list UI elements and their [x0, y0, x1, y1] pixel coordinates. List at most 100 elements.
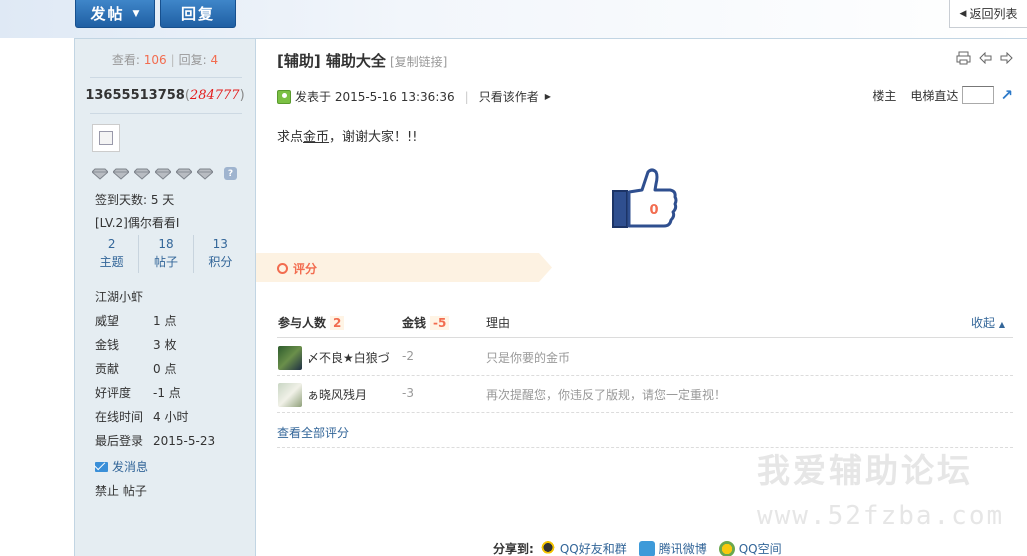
rater-reason: 再次提醒您，你违反了版规，请您一定重视！ [486, 388, 727, 402]
prop-key: 在线时间 [95, 410, 144, 424]
rater-money: -2 [402, 349, 414, 363]
rater-avatar[interactable] [278, 346, 302, 370]
arrow-left-icon[interactable] [979, 51, 992, 68]
prop-value: 2015-5-23 [153, 434, 216, 448]
diamond-icon [134, 168, 150, 180]
share-item-label: QQ好友和群 [559, 542, 627, 556]
paren-close: ) [239, 88, 245, 103]
author-username[interactable]: 13655513758 [85, 88, 185, 103]
author-name[interactable]: 13655513758(284777) [75, 88, 255, 103]
post-content: 求点金币，谢谢大家！!! [277, 126, 417, 145]
participants-count: 2 [330, 316, 345, 330]
prop-row: 金钱 3 枚 [95, 336, 176, 353]
prop-row: 最后登录 2015-5-23 [95, 432, 215, 449]
money-label: 金钱 [402, 316, 427, 330]
reply-button[interactable]: 回复 [160, 0, 236, 28]
count-score[interactable]: 13 积分 [194, 235, 247, 273]
chevron-down-icon: ▼ [132, 8, 140, 19]
prop-value: 1 点 [153, 314, 177, 328]
rating-ring-icon [277, 263, 288, 274]
prop-row: 威望 1 点 [95, 312, 176, 329]
diamond-icon [113, 168, 129, 180]
replies-label: 回复: [178, 53, 207, 67]
count-value: 2 [107, 237, 116, 251]
avatar[interactable] [92, 124, 120, 152]
prop-row: 在线时间 4 小时 [95, 408, 188, 425]
money-total: -5 [430, 316, 450, 330]
post-time: 发表于 2015-5-16 13:36:36 [295, 90, 455, 104]
diamond-icon [197, 168, 213, 180]
prop-key: 金钱 [95, 338, 120, 352]
help-icon[interactable]: ? [224, 167, 237, 180]
copy-link[interactable]: [复制链接] [390, 55, 447, 69]
floor-jump-input[interactable] [962, 86, 995, 104]
checkin-days: 签到天数: 5 天 [95, 193, 175, 207]
count-label: 积分 [208, 255, 233, 269]
post-tools [956, 51, 1013, 69]
count-value: 13 [212, 237, 228, 251]
share-bar: 分享到: QQ好友和群 腾讯微博 QQ空间 [493, 540, 794, 556]
envelope-icon [95, 461, 108, 472]
prop-value: 3 枚 [153, 338, 177, 352]
level-gems: ? [92, 167, 237, 180]
floor-nav: 楼主 电梯直达 ↗ [872, 86, 1013, 104]
rating-label: 评分 [293, 262, 318, 276]
share-label: 分享到: [493, 542, 534, 556]
rater-avatar[interactable] [278, 383, 302, 407]
rating-row: 〆不良★白狼づ -2 只是你要的金币 [277, 339, 1013, 376]
user-level[interactable]: [LV.2]偶尔看看I [95, 214, 179, 231]
only-author-link[interactable]: 只看该作者 [479, 88, 539, 105]
views-count: 106 [143, 53, 167, 67]
collapse-link[interactable]: 收起 ▲ [971, 314, 1005, 331]
watermark-title: 我爱辅助论坛 [757, 451, 973, 490]
rater-name[interactable]: ぁ晓风残月 [307, 386, 367, 403]
user-rank: 江湖小虾 [95, 290, 144, 304]
post-title: [辅助] 辅助大全 [复制链接] [277, 50, 447, 71]
share-tencent-weibo[interactable]: 腾讯微博 [638, 540, 707, 556]
back-to-list-button[interactable]: ◀ 返回列表 [949, 0, 1027, 28]
count-topics[interactable]: 2 主题 [85, 235, 140, 273]
new-post-button[interactable]: 发帖 ▼ [75, 0, 155, 28]
participants-header: 参与人数 2 [278, 314, 345, 331]
share-qq-friends[interactable]: QQ好友和群 [539, 540, 627, 556]
views-label: 查看: [111, 53, 140, 67]
divider [90, 77, 242, 78]
content-text: ，谢谢大家！!! [329, 130, 418, 145]
rater-money: -3 [402, 386, 414, 400]
count-posts[interactable]: 18 帖子 [139, 235, 194, 273]
weibo-icon [638, 540, 655, 556]
prop-key: 威望 [95, 314, 120, 328]
divider [256, 38, 1027, 39]
count-value: 18 [158, 237, 174, 251]
new-post-label: 发帖 [90, 5, 125, 23]
diamond-icon [176, 168, 192, 180]
prop-key: 最后登录 [95, 434, 144, 448]
floor-label: 楼主 [872, 88, 897, 103]
print-icon[interactable] [956, 51, 971, 69]
author-sidebar: 查看: 106 | 回复: 4 13655513758(284777) ? 签到天数… [74, 38, 256, 556]
content-link[interactable]: 金币 [303, 130, 329, 145]
rater-name[interactable]: 〆不良★白狼づ [307, 349, 390, 366]
jump-label: 电梯直达 [910, 88, 959, 103]
divider [90, 113, 242, 114]
prop-row: 好评度 -1 点 [95, 384, 181, 401]
share-qzone[interactable]: QQ空间 [718, 540, 782, 556]
post-title-text: [辅助] 辅助大全 [277, 52, 386, 70]
diamond-icon [155, 168, 171, 180]
chevron-up-icon: ▲ [998, 320, 1005, 329]
chevron-left-icon: ◀ [959, 8, 967, 19]
jump-go-icon[interactable]: ↗ [1000, 86, 1013, 104]
collapse-label: 收起 [971, 316, 996, 330]
view-all-ratings-link[interactable]: 查看全部评分 [277, 424, 349, 441]
like-button[interactable]: 0 [612, 168, 678, 230]
reply-label: 回复 [180, 5, 215, 23]
prop-value: 0 点 [153, 362, 177, 376]
participants-label: 参与人数 [278, 316, 327, 330]
qq-icon [539, 540, 556, 556]
ban-post-link[interactable]: 禁止 帖子 [95, 482, 147, 499]
share-item-label: QQ空间 [738, 542, 782, 556]
arrow-right-icon[interactable] [1000, 51, 1013, 68]
post-meta: 发表于 2015-5-16 13:36:36 | 只看该作者 ▶ [277, 88, 551, 105]
send-message-link[interactable]: 发消息 [95, 458, 148, 475]
send-message-label: 发消息 [112, 460, 149, 474]
